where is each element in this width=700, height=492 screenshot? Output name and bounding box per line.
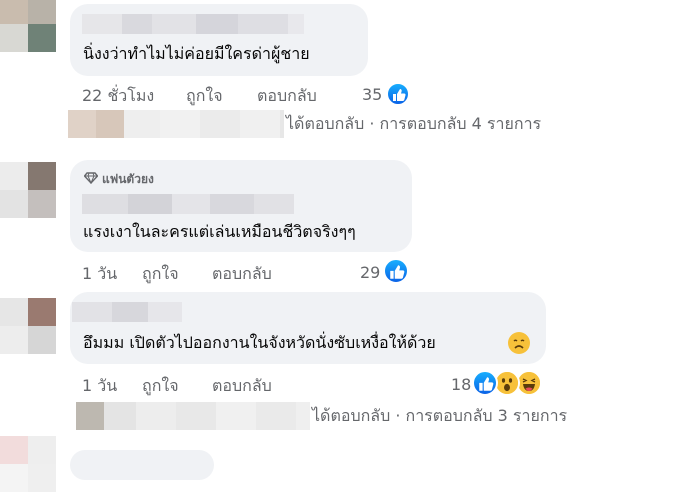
sad-emoji-icon (508, 332, 530, 354)
view-replies[interactable]: ได้ตอบกลับ · การตอบกลับ 3 รายการ (76, 402, 567, 430)
comment-text: แรงเงาในละครแต่เล่นเหมือนชีวิตจริงๆๆ (83, 222, 356, 241)
reaction-count[interactable]: 35 (362, 85, 382, 104)
comment-text: อึมมม เปิดตัวไปออกงานในจังหวัดนั่งซับเหง… (83, 333, 436, 352)
diamond-icon (83, 172, 99, 187)
badge-label: แฟนตัวยง (102, 172, 154, 186)
reaction-count[interactable]: 18 (451, 375, 471, 394)
replier-avatars (76, 402, 310, 430)
replies-summary[interactable]: ได้ตอบกลับ · การตอบกลับ 3 รายการ (312, 404, 567, 429)
reply-button[interactable]: ตอบกลับ (257, 84, 317, 109)
avatar[interactable] (0, 162, 56, 218)
commenter-name[interactable] (82, 14, 304, 34)
commenter-name[interactable] (72, 302, 182, 322)
like-icon[interactable] (472, 370, 498, 396)
like-button[interactable]: ถูกใจ (186, 84, 223, 109)
avatar[interactable] (0, 0, 56, 52)
reply-button[interactable]: ตอบกลับ (212, 262, 272, 287)
comment-timestamp[interactable]: 1 วัน (82, 374, 117, 399)
replies-summary[interactable]: ได้ตอบกลับ · การตอบกลับ 4 รายการ (286, 112, 541, 137)
comment-timestamp[interactable]: 22 ชั่วโมง (82, 84, 154, 109)
reaction-count[interactable]: 29 (360, 263, 380, 282)
like-button[interactable]: ถูกใจ (142, 374, 179, 399)
avatar[interactable] (0, 298, 56, 354)
commenter-name[interactable] (82, 194, 294, 214)
view-replies[interactable]: ได้ตอบกลับ · การตอบกลับ 4 รายการ (68, 110, 541, 138)
top-fan-badge: แฟนตัวยง (83, 170, 154, 189)
reply-button[interactable]: ตอบกลับ (212, 374, 272, 399)
comment-bubble (70, 450, 214, 480)
comment-text: นิ่งงว่าทำไมไม่ค่อยมีใครด่าผู้ชาย (83, 44, 310, 63)
like-button[interactable]: ถูกใจ (142, 262, 179, 287)
replier-avatars (68, 110, 284, 138)
like-icon[interactable] (386, 82, 410, 106)
avatar[interactable] (0, 436, 56, 492)
like-icon[interactable] (383, 258, 409, 284)
comment-timestamp[interactable]: 1 วัน (82, 262, 117, 287)
